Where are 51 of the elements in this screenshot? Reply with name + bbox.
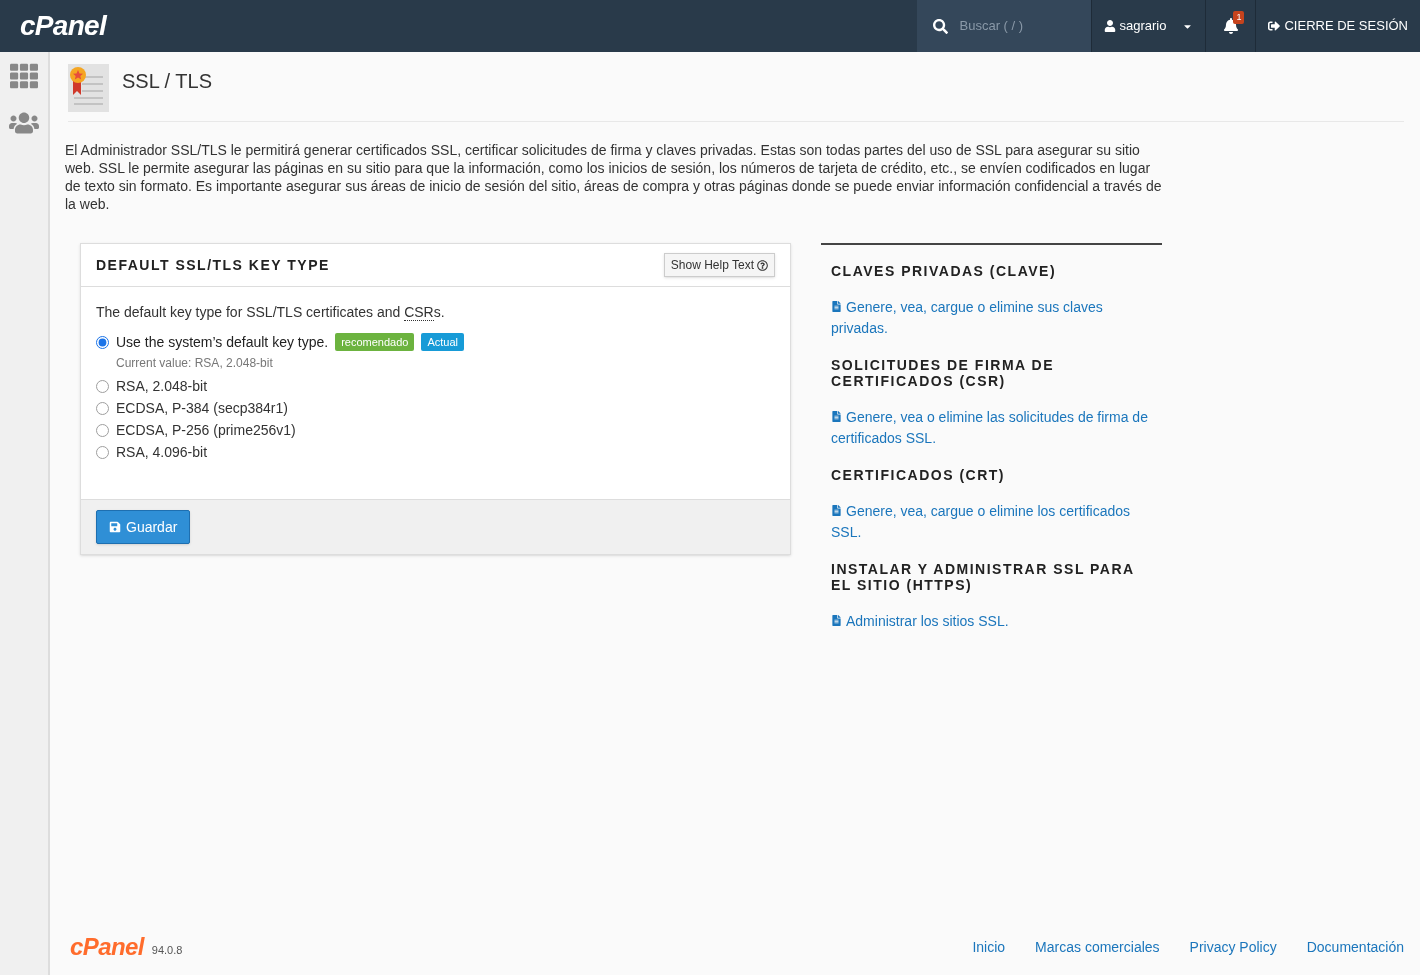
- option-label: RSA, 2.048-bit: [116, 376, 208, 396]
- logo[interactable]: cPanel: [20, 5, 107, 47]
- search-box[interactable]: Buscar ( / ): [916, 0, 1091, 52]
- page-title: SSL / TLS: [122, 69, 213, 94]
- option-label: ECDSA, P-384 (secp384r1): [116, 398, 288, 418]
- panel-description: The default key type for SSL/TLS certificates and CSRs.: [96, 303, 446, 323]
- help-button[interactable]: Show Help Text: [663, 253, 775, 277]
- logout-button[interactable]: CIERRE DE SESIÓN: [1255, 0, 1420, 52]
- logout-icon: [1268, 20, 1281, 32]
- document-icon: [831, 615, 842, 627]
- bell-icon[interactable]: [1222, 18, 1239, 34]
- notification-count: 1: [1233, 11, 1245, 24]
- search-field[interactable]: Buscar ( / ): [959, 16, 1075, 36]
- section-link[interactable]: Genere, vea o elimine las solicitudes de firma de certificados SSL.: [831, 407, 1152, 449]
- version-label: 94.0.8: [151, 942, 183, 958]
- save-icon: [109, 521, 121, 533]
- certificate-icon: [68, 64, 109, 112]
- section-link[interactable]: Genere, vea, cargue o elimine los certificados SSL.: [831, 501, 1152, 543]
- option-label: RSA, 4.096-bit: [116, 442, 208, 462]
- key-type-radio[interactable]: [96, 445, 109, 459]
- status-badge: Actual: [421, 333, 465, 351]
- section-heading: CLAVES PRIVADAS (CLAVE): [831, 263, 1058, 279]
- footer-link[interactable]: Documentación: [1306, 936, 1404, 958]
- intro-paragraph: El Administrador SSL/TLS le permitirá generar certificados SSL, certificar solicitudes de firma y claves privadas. Estas son todas partes del uso de SSL para asegurar su sitio web. SSL le permite asegurar las páginas en su sitio para que la información, como los inicios de sesión, los números de tarjeta de crédito, etc., se envíen codificados en lugar de texto sin formato. Es importante asegurar sus áreas de inicio de sesión del sitio, áreas de compra y otras páginas donde se puede enviar información confidencial a través de la web.: [65, 141, 1163, 213]
- key-type-radio[interactable]: [96, 401, 109, 415]
- document-icon: [831, 411, 842, 423]
- section-link[interactable]: Administrar los sitios SSL.: [831, 611, 1152, 632]
- key-type-radio[interactable]: [96, 423, 109, 437]
- save-button[interactable]: Guardar: [96, 510, 191, 544]
- option-label: ECDSA, P-256 (prime256v1): [116, 420, 296, 440]
- help-icon: [757, 259, 768, 271]
- document-icon: [831, 301, 842, 313]
- search-icon: [932, 18, 948, 34]
- current-value-note: Current value: RSA, 2.048-bit: [116, 355, 274, 372]
- key-type-radio[interactable]: [96, 335, 109, 349]
- option-label: Use the system’s default key type.: [116, 332, 329, 352]
- footer-link[interactable]: Marcas comerciales: [1035, 936, 1160, 958]
- grid-icon[interactable]: [10, 62, 38, 90]
- panel-title: DEFAULT SSL/TLS KEY TYPE: [96, 255, 330, 275]
- status-badge: recomendado: [335, 333, 415, 351]
- section-link[interactable]: Genere, vea, cargue o elimine sus claves privadas.: [831, 297, 1152, 339]
- footer-link[interactable]: Inicio: [972, 936, 1006, 958]
- section-heading: INSTALAR Y ADMINISTRAR SSL PARA EL SITIO (HTTPS): [831, 561, 1136, 593]
- document-icon: [831, 505, 842, 517]
- section-heading: SOLICITUDES DE FIRMA DE CERTIFICADOS (CSR): [831, 357, 1055, 389]
- footer-logo[interactable]: cPanel: [70, 929, 144, 965]
- footer-link[interactable]: Privacy Policy: [1189, 936, 1277, 958]
- key-type-radio[interactable]: [96, 379, 109, 393]
- section-heading: CERTIFICADOS (CRT): [831, 467, 1006, 483]
- user-menu[interactable]: sagrario: [1090, 0, 1206, 52]
- user-icon: [1103, 20, 1116, 32]
